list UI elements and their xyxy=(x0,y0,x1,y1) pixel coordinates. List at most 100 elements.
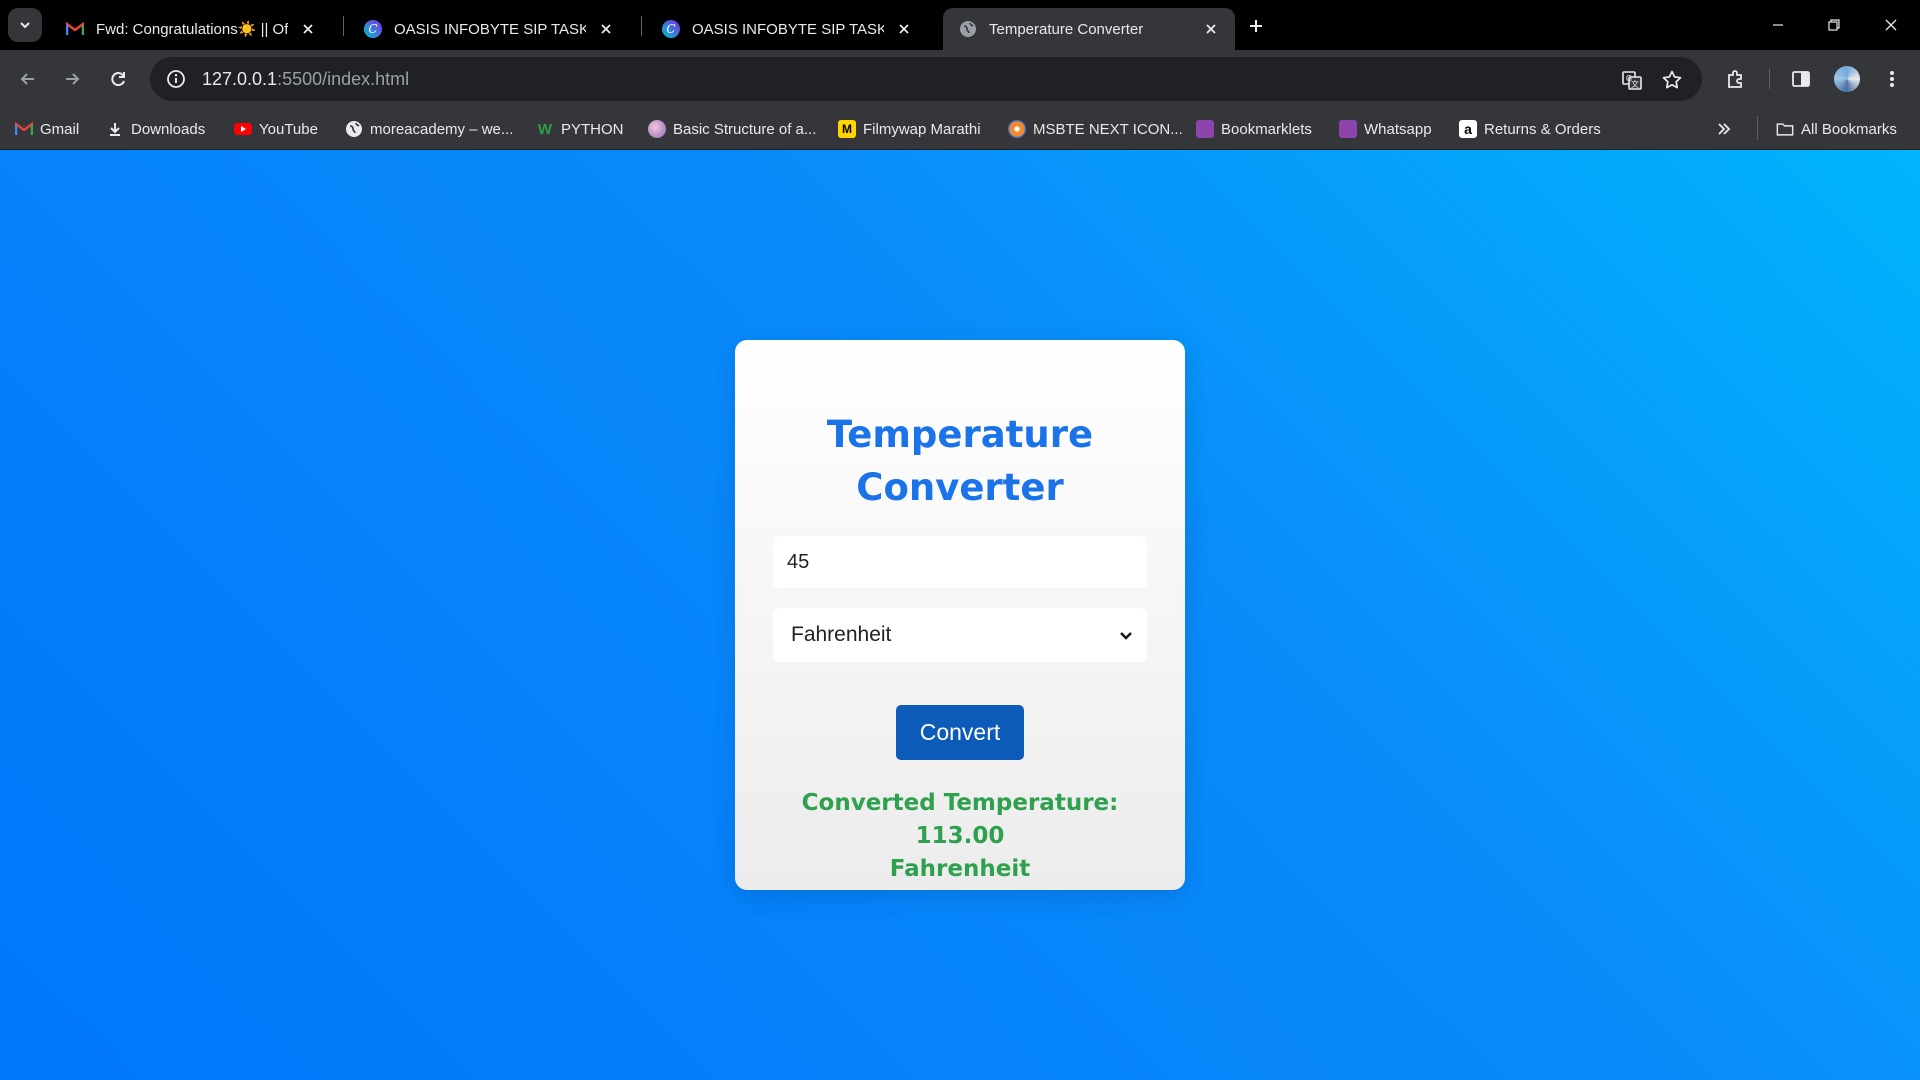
new-tab-button[interactable] xyxy=(1242,12,1270,40)
bookmark-label: Returns & Orders xyxy=(1484,120,1601,138)
tab-divider xyxy=(641,16,642,36)
chevron-down-icon xyxy=(1120,632,1132,640)
download-icon xyxy=(106,120,124,138)
url-path: :5500/index.html xyxy=(277,68,410,89)
bookmark-label: MSBTE NEXT ICON... xyxy=(1033,120,1183,138)
bookmark-bookmarklets[interactable]: Bookmarklets xyxy=(1196,116,1312,142)
profile-avatar[interactable] xyxy=(1834,66,1860,92)
menu-button[interactable] xyxy=(1878,65,1906,93)
avatar-icon xyxy=(648,120,666,138)
reload-icon xyxy=(111,72,125,87)
bookmark-msbte[interactable]: MSBTE NEXT ICON... xyxy=(1008,116,1183,142)
tab-title: Temperature Converter xyxy=(989,20,1144,38)
close-icon[interactable] xyxy=(298,19,318,39)
canva-icon: C xyxy=(662,20,680,38)
close-icon[interactable] xyxy=(1201,19,1221,39)
bookmark-gmail[interactable]: Gmail xyxy=(15,116,79,142)
page-title: Temperature Converter xyxy=(826,413,1094,509)
result-text: Converted Temperature: 113.00 Fahrenheit xyxy=(755,787,1165,886)
toolbar-divider xyxy=(1769,69,1770,89)
close-icon[interactable] xyxy=(894,19,914,39)
side-panel-icon xyxy=(1792,71,1810,87)
minimize-icon xyxy=(1773,24,1783,26)
arrow-left-icon xyxy=(20,73,34,85)
result-line-2: Fahrenheit xyxy=(889,856,1031,882)
tab-title: OASIS INFOBYTE SIP TASK LIST xyxy=(394,20,586,38)
temperature-input[interactable] xyxy=(773,536,1147,588)
result-line-1: Converted Temperature: 113.00 xyxy=(801,790,1119,849)
msbte-icon xyxy=(1008,120,1026,138)
arrow-right-icon xyxy=(66,73,80,85)
svg-text:文: 文 xyxy=(1631,79,1639,89)
extensions-button[interactable] xyxy=(1722,65,1750,93)
all-bookmarks-button[interactable]: All Bookmarks xyxy=(1776,116,1897,142)
bookmark-returns-orders[interactable]: a Returns & Orders xyxy=(1459,116,1601,142)
amazon-icon: a xyxy=(1459,120,1477,138)
gmail-icon xyxy=(66,20,84,38)
tab-oasis-1[interactable]: C OASIS INFOBYTE SIP TASK LIST xyxy=(348,8,630,50)
window-close-button[interactable] xyxy=(1871,8,1911,42)
site-info-icon[interactable] xyxy=(154,57,198,101)
bookmark-star-icon[interactable] xyxy=(1660,68,1684,92)
tab-search-button[interactable] xyxy=(8,8,42,42)
bookmarks-divider xyxy=(1757,116,1758,140)
unit-select[interactable]: Fahrenheit xyxy=(773,608,1147,662)
bookmark-moreacademy[interactable]: moreacademy – we... xyxy=(345,116,513,142)
bookmark-label: Basic Structure of a... xyxy=(673,120,817,138)
tab-temperature-converter[interactable]: Temperature Converter xyxy=(943,8,1235,50)
bookmark-downloads[interactable]: Downloads xyxy=(106,116,205,142)
translate-icon[interactable]: G文 xyxy=(1620,68,1644,92)
restore-icon xyxy=(1828,19,1840,31)
close-icon xyxy=(1885,19,1897,31)
chevron-down-icon xyxy=(20,22,30,29)
folder-icon xyxy=(1776,120,1794,138)
bookmarklet-icon xyxy=(1339,120,1357,138)
globe-icon xyxy=(959,20,977,38)
restore-button[interactable] xyxy=(1814,8,1854,42)
gmail-icon xyxy=(15,120,33,138)
bookmark-python[interactable]: W PYTHON xyxy=(536,116,624,142)
bookmark-label: YouTube xyxy=(259,120,318,138)
side-panel-button[interactable] xyxy=(1787,65,1815,93)
svg-text:C: C xyxy=(666,22,675,36)
bookmark-basic-structure[interactable]: Basic Structure of a... xyxy=(648,116,816,142)
bookmark-label: PYTHON xyxy=(561,120,624,138)
tab-title: Fwd: Congratulations☀️ || Offer xyxy=(96,21,288,38)
bookmark-filmywap[interactable]: M Filmywap Marathi xyxy=(838,116,981,142)
double-chevron-right-icon xyxy=(1718,123,1731,135)
bookmark-label: moreacademy – we... xyxy=(370,120,514,138)
youtube-icon xyxy=(234,120,252,138)
url-text: 127.0.0.1:5500/index.html xyxy=(202,69,409,90)
svg-text:C: C xyxy=(368,22,377,36)
convert-button[interactable]: Convert xyxy=(896,705,1024,760)
bookmark-label: Bookmarklets xyxy=(1221,120,1312,138)
globe-icon xyxy=(345,120,363,138)
browser-toolbar: 127.0.0.1:5500/index.html G文 xyxy=(0,50,1920,108)
bookmark-label: Downloads xyxy=(131,120,206,138)
page-viewport: Temperature Converter Fahrenheit Convert… xyxy=(0,150,1920,1080)
tab-gmail[interactable]: Fwd: Congratulations☀️ || Offer xyxy=(50,8,332,50)
bookmarks-bar: Gmail Downloads YouTube moreacademy – we… xyxy=(0,108,1920,150)
url-host: 127.0.0.1 xyxy=(202,68,278,89)
unit-select-value: Fahrenheit xyxy=(791,623,892,646)
tab-title: OASIS INFOBYTE SIP TASK LIST xyxy=(692,20,884,38)
forward-button[interactable] xyxy=(56,63,88,95)
minimize-button[interactable] xyxy=(1758,8,1798,42)
bookmark-label: Whatsapp xyxy=(1364,120,1432,138)
tab-oasis-2[interactable]: C OASIS INFOBYTE SIP TASK LIST xyxy=(646,8,928,50)
address-bar[interactable]: 127.0.0.1:5500/index.html G文 xyxy=(150,57,1702,101)
reload-button[interactable] xyxy=(102,63,134,95)
close-icon[interactable] xyxy=(596,19,616,39)
bookmark-youtube[interactable]: YouTube xyxy=(234,116,318,142)
m-icon: M xyxy=(838,120,856,138)
canva-icon: C xyxy=(364,20,382,38)
w-icon: W xyxy=(537,120,553,138)
back-button[interactable] xyxy=(12,63,44,95)
bookmarks-overflow-button[interactable] xyxy=(1716,116,1732,142)
bookmarklet-icon xyxy=(1196,120,1214,138)
converter-card: Temperature Converter Fahrenheit Convert… xyxy=(735,340,1185,890)
tab-strip: Fwd: Congratulations☀️ || Offer C OASIS … xyxy=(0,0,1920,50)
bookmark-whatsapp[interactable]: Whatsapp xyxy=(1339,116,1432,142)
puzzle-icon xyxy=(1728,70,1742,88)
bookmark-label: Gmail xyxy=(40,120,80,138)
